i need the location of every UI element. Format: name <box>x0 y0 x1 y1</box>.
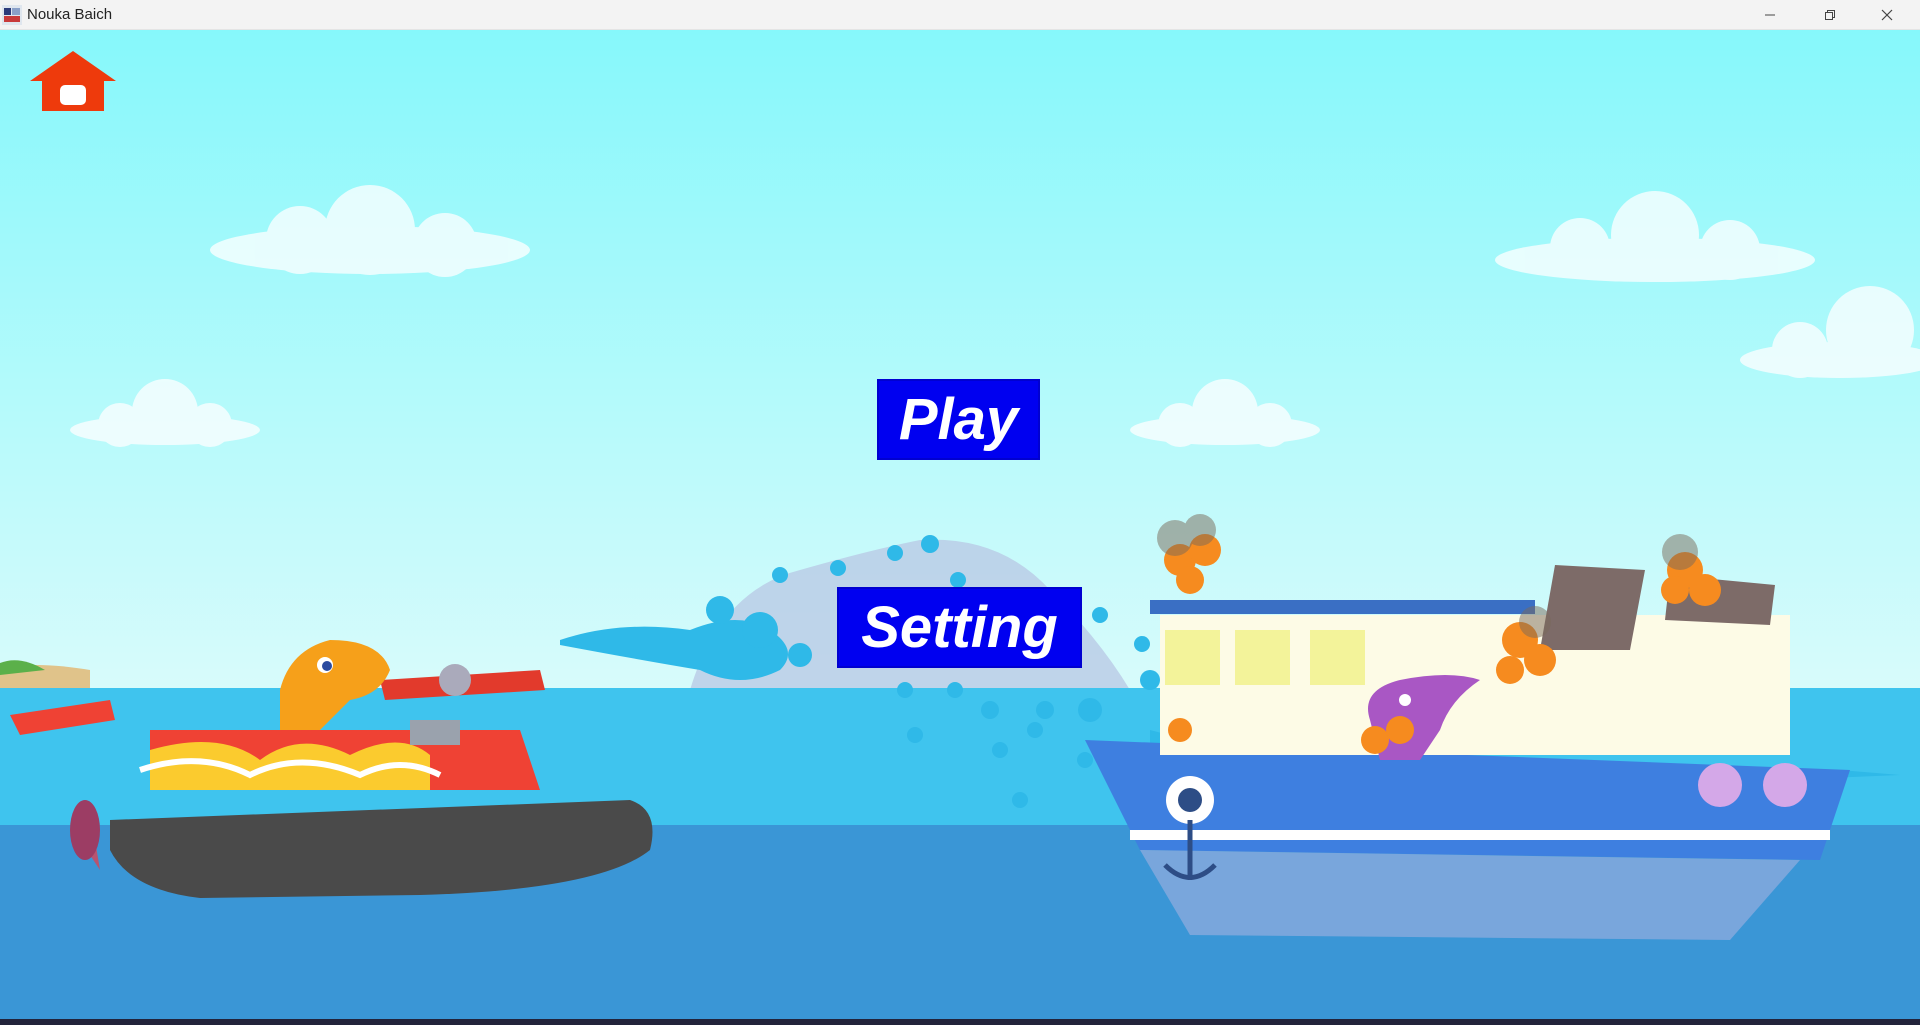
blue-ship <box>1085 565 1850 940</box>
close-button[interactable] <box>1864 0 1910 29</box>
home-icon[interactable] <box>28 49 118 113</box>
background-illustration <box>0 30 1920 1019</box>
window-title: Nouka Baich <box>27 6 113 23</box>
restore-button[interactable] <box>1807 0 1853 29</box>
close-icon <box>1881 9 1893 20</box>
window-titlebar: Nouka Baich <box>0 0 1920 30</box>
taskbar-edge <box>0 1019 1920 1025</box>
game-scene <box>0 30 1920 1019</box>
restore-icon <box>1825 9 1835 20</box>
minimize-button[interactable] <box>1747 0 1793 29</box>
setting-button[interactable]: Setting <box>837 587 1082 668</box>
minimize-icon <box>1765 14 1775 15</box>
play-button[interactable]: Play <box>877 379 1040 460</box>
boat-app-icon <box>2 5 22 25</box>
